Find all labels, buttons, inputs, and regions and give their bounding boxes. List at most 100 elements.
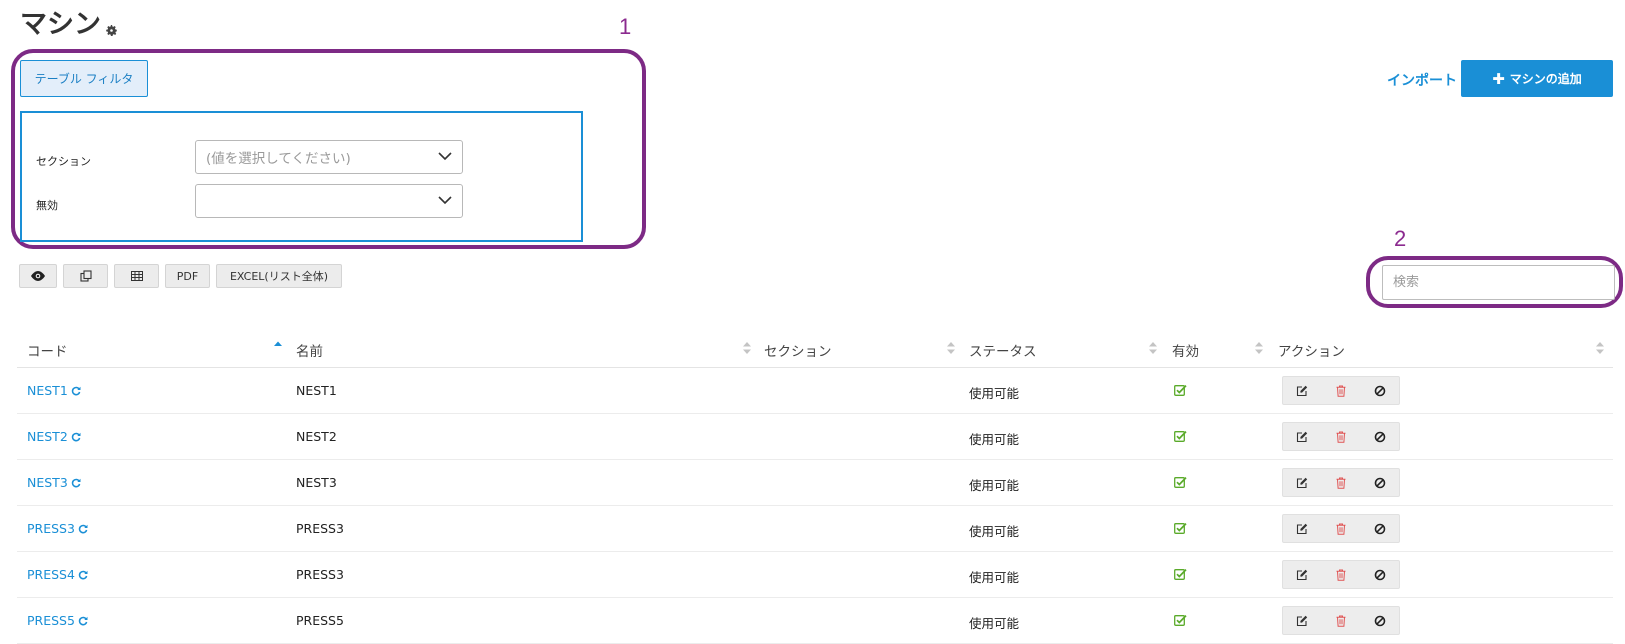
page-title-text: マシン bbox=[20, 9, 101, 40]
add-machine-button[interactable]: ✚ マシンの追加 bbox=[1461, 60, 1613, 97]
edit-icon bbox=[1297, 569, 1308, 580]
section-select[interactable]: (値を選択してください) bbox=[195, 140, 463, 174]
trash-icon bbox=[1336, 523, 1346, 535]
machine-code[interactable]: PRESS3 bbox=[27, 521, 75, 536]
trash-icon bbox=[1336, 431, 1346, 443]
machine-status: 使用可能 bbox=[969, 616, 1020, 631]
checkbox-checked-icon bbox=[1174, 569, 1187, 580]
checkbox-checked-icon bbox=[1174, 615, 1187, 626]
column-header-code[interactable]: コード bbox=[27, 340, 68, 360]
delete-button[interactable] bbox=[1322, 377, 1361, 404]
column-header-status[interactable]: ステータス bbox=[969, 340, 1037, 360]
page-title: マシン bbox=[20, 2, 118, 41]
machine-code[interactable]: PRESS5 bbox=[27, 613, 75, 628]
machine-code-link[interactable]: PRESS3 bbox=[27, 521, 88, 536]
machine-status: 使用可能 bbox=[969, 524, 1020, 539]
section-select-placeholder: (値を選択してください) bbox=[206, 151, 351, 167]
pdf-button[interactable]: PDF bbox=[165, 264, 210, 288]
trash-icon bbox=[1336, 615, 1346, 627]
checkbox-checked-icon bbox=[1174, 523, 1187, 534]
edit-button[interactable] bbox=[1283, 561, 1322, 588]
delete-button[interactable] bbox=[1322, 423, 1361, 450]
edit-button[interactable] bbox=[1283, 377, 1322, 404]
column-header-enabled[interactable]: 有効 bbox=[1172, 340, 1199, 360]
sort-asc-icon[interactable] bbox=[273, 341, 283, 355]
table-icon bbox=[130, 271, 143, 281]
refresh-icon[interactable] bbox=[78, 524, 88, 534]
machine-code-link[interactable]: NEST2 bbox=[27, 429, 81, 444]
machine-code[interactable]: NEST1 bbox=[27, 383, 68, 398]
sort-icon[interactable] bbox=[946, 341, 956, 355]
filter-panel: セクション (値を選択してください) 無効 bbox=[20, 111, 583, 242]
disable-button[interactable] bbox=[1360, 377, 1399, 404]
edit-button[interactable] bbox=[1283, 423, 1322, 450]
machine-code[interactable]: NEST3 bbox=[27, 475, 68, 490]
disable-button[interactable] bbox=[1360, 607, 1399, 634]
trash-icon bbox=[1336, 385, 1346, 397]
disabled-select[interactable] bbox=[195, 184, 463, 218]
edit-button[interactable] bbox=[1283, 469, 1322, 496]
add-machine-label: マシンの追加 bbox=[1509, 72, 1582, 86]
gear-icon[interactable] bbox=[105, 24, 118, 37]
table-row: PRESS5 PRESS5 使用可能 bbox=[17, 598, 1613, 644]
machine-name: PRESS5 bbox=[296, 613, 344, 628]
edit-icon bbox=[1297, 523, 1308, 534]
machine-table: コード 名前 セクション ステータス 有効 アクション NEST1 NEST1 … bbox=[17, 328, 1613, 644]
column-header-name[interactable]: 名前 bbox=[296, 340, 323, 360]
ban-icon bbox=[1374, 477, 1385, 488]
machine-name: PRESS3 bbox=[296, 567, 344, 582]
delete-button[interactable] bbox=[1322, 561, 1361, 588]
disable-button[interactable] bbox=[1360, 469, 1399, 496]
excel-button[interactable]: EXCEL(リスト全体) bbox=[216, 264, 342, 288]
refresh-icon[interactable] bbox=[71, 478, 81, 488]
plus-icon: ✚ bbox=[1492, 69, 1505, 88]
edit-button[interactable] bbox=[1283, 607, 1322, 634]
machine-code-link[interactable]: PRESS4 bbox=[27, 567, 88, 582]
refresh-icon[interactable] bbox=[71, 386, 81, 396]
trash-icon bbox=[1336, 569, 1346, 581]
annotation-label-1: 1 bbox=[619, 14, 632, 39]
delete-button[interactable] bbox=[1322, 469, 1361, 496]
ban-icon bbox=[1374, 431, 1385, 442]
sort-icon[interactable] bbox=[1148, 341, 1158, 355]
refresh-icon[interactable] bbox=[71, 432, 81, 442]
column-header-actions[interactable]: アクション bbox=[1278, 340, 1345, 360]
table-filter-button[interactable]: テーブル フィルタ bbox=[20, 60, 148, 97]
edit-icon bbox=[1297, 385, 1308, 396]
machine-code-link[interactable]: NEST3 bbox=[27, 475, 81, 490]
sort-icon[interactable] bbox=[742, 341, 752, 355]
machine-name: NEST3 bbox=[296, 475, 337, 490]
column-header-section[interactable]: セクション bbox=[764, 340, 832, 360]
csv-button[interactable] bbox=[114, 264, 159, 288]
disable-button[interactable] bbox=[1360, 515, 1399, 542]
disable-button[interactable] bbox=[1360, 423, 1399, 450]
refresh-icon[interactable] bbox=[78, 616, 88, 626]
machine-name: NEST2 bbox=[296, 429, 337, 444]
disable-button[interactable] bbox=[1360, 561, 1399, 588]
table-header: コード 名前 セクション ステータス 有効 アクション bbox=[17, 328, 1613, 368]
table-row: NEST2 NEST2 使用可能 bbox=[17, 414, 1613, 460]
machine-code[interactable]: NEST2 bbox=[27, 429, 68, 444]
machine-status: 使用可能 bbox=[969, 570, 1020, 585]
machine-name: PRESS3 bbox=[296, 521, 344, 536]
search-input[interactable] bbox=[1382, 265, 1615, 300]
eye-icon bbox=[31, 271, 45, 281]
row-actions bbox=[1282, 376, 1400, 405]
machine-status: 使用可能 bbox=[969, 478, 1020, 493]
chevron-down-icon bbox=[438, 196, 452, 205]
edit-icon bbox=[1297, 431, 1308, 442]
edit-button[interactable] bbox=[1283, 515, 1322, 542]
column-visibility-button[interactable] bbox=[19, 264, 57, 288]
delete-button[interactable] bbox=[1322, 607, 1361, 634]
machine-status: 使用可能 bbox=[969, 386, 1020, 401]
table-row: PRESS4 PRESS3 使用可能 bbox=[17, 552, 1613, 598]
import-link[interactable]: インポート bbox=[1387, 70, 1457, 90]
delete-button[interactable] bbox=[1322, 515, 1361, 542]
sort-icon[interactable] bbox=[1254, 341, 1264, 355]
sort-icon[interactable] bbox=[1595, 341, 1605, 355]
machine-code-link[interactable]: PRESS5 bbox=[27, 613, 88, 628]
machine-code[interactable]: PRESS4 bbox=[27, 567, 75, 582]
machine-code-link[interactable]: NEST1 bbox=[27, 383, 81, 398]
copy-button[interactable] bbox=[63, 264, 108, 288]
refresh-icon[interactable] bbox=[78, 570, 88, 580]
